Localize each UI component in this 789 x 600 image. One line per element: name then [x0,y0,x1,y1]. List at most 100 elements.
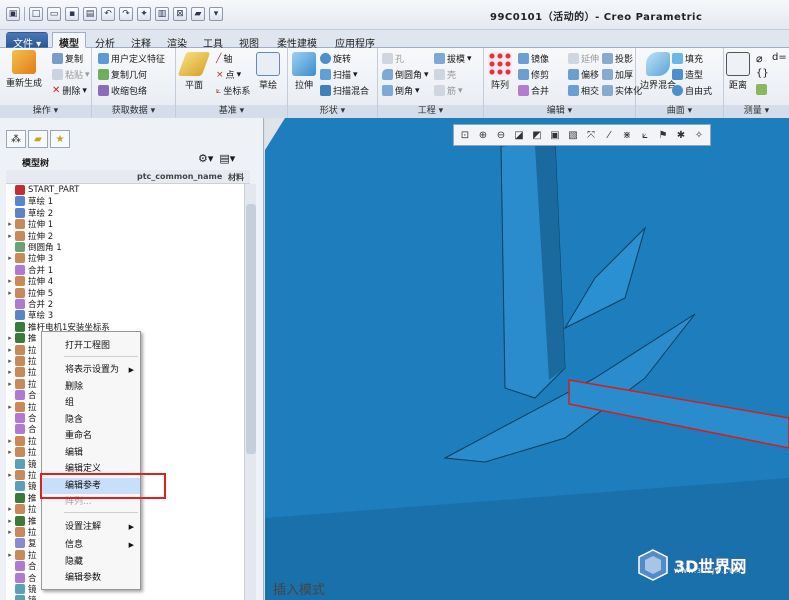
tab-file[interactable]: 文件 ▾ [6,32,49,50]
sketch-button[interactable]: 草绘 [256,52,280,91]
tree-item[interactable]: ▸ 拉 [6,355,37,367]
tree-item[interactable]: ▸ 拉伸 3 [6,252,53,264]
expand-arrow-icon[interactable]: ▸ [6,346,14,354]
app-icon[interactable]: ▣ [6,7,20,21]
tree-scrollbar[interactable] [244,184,256,600]
tree-item[interactable]: ▸ 拉伸 2 [6,230,53,242]
expand-arrow-icon[interactable]: ▸ [6,471,14,479]
tree-item[interactable]: 推 [6,492,37,504]
graphics-viewport[interactable]: ⊡ ⊕ ⊖ ◪ ◩ ▣ ▧ ⤧ ⁄ ⋇ ⟀ ⚑ ✱ ✧ 插入模式 [265,118,789,600]
thicken-button[interactable]: 加厚 [602,68,633,81]
tree-item[interactable]: ▸ 拉 [6,401,37,413]
fill-button[interactable]: 填充 [672,52,703,65]
axis-display-icon[interactable]: ⁄ [601,127,617,143]
tab-render[interactable]: 渲染 [160,32,194,50]
column-common-name[interactable]: ptc_common_name [137,172,222,181]
expand-arrow-icon[interactable]: ▸ [6,403,14,411]
tree-item[interactable]: ▸ 拉 [6,503,37,515]
regenerate-button[interactable]: 重新生成 [6,50,42,89]
distance-button[interactable]: 距离 [726,52,750,91]
context-menu-item[interactable]: 重命名 [42,428,140,444]
expand-arrow-icon[interactable]: ▸ [6,437,14,445]
tree-item[interactable]: ▸ 拉 [6,366,37,378]
close-window-icon[interactable]: ⊠ [173,7,187,21]
tree-item[interactable]: ▸ 拉 [6,435,37,447]
chevron-down-icon[interactable]: ▾ [209,7,223,21]
tree-item[interactable]: 草绘 2 [6,207,53,219]
tab-applications[interactable]: 应用程序 [328,32,382,50]
tree-item[interactable]: ▸ 拉伸 5 [6,287,53,299]
tree-item[interactable]: 草绘 1 [6,195,53,207]
tree-item[interactable]: 镜 [6,594,37,600]
folder-icon[interactable]: ▰ [191,7,205,21]
context-menu-item[interactable]: 编辑参数 [42,570,140,586]
expand-arrow-icon[interactable]: ▸ [6,368,14,376]
tree-item[interactable]: ▸ 拉伸 1 [6,218,53,230]
column-material[interactable]: 材料 [228,172,244,183]
expand-arrow-icon[interactable]: ▸ [6,277,14,285]
expand-arrow-icon[interactable]: ▸ [6,528,14,536]
context-menu-item[interactable]: 隐含 [42,412,140,428]
expand-arrow-icon[interactable]: ▸ [6,380,14,388]
tab-annotate[interactable]: 注释 [124,32,158,50]
context-menu-item[interactable]: 编辑 [42,445,140,461]
new-file-icon[interactable]: □ [29,7,43,21]
expand-arrow-icon[interactable]: ▸ [6,334,14,342]
expand-arrow-icon[interactable]: ▸ [6,289,14,297]
annotation-display-icon[interactable]: ⚑ [655,127,671,143]
expand-arrow-icon[interactable]: ▸ [6,551,14,559]
hole-button[interactable]: 孔 [382,52,404,65]
udf-button[interactable]: 用户定义特征 [98,52,165,65]
style-button[interactable]: 造型 [672,68,703,81]
offset-button[interactable]: 偏移 [568,68,599,81]
tree-item[interactable]: 合 [6,389,37,401]
freestyle-button[interactable]: 自由式 [672,84,712,97]
spin-center-icon[interactable]: ✱ [673,127,689,143]
extend-button[interactable]: 延伸 [568,52,599,65]
favorites-tab[interactable]: ★ [50,130,70,148]
context-menu-item[interactable]: 信息 ▶ [42,537,140,553]
intersect-button[interactable]: 相交 [568,84,599,97]
merge-button[interactable]: 合并 [518,84,549,97]
expand-arrow-icon[interactable]: ▸ [6,254,14,262]
relations-button[interactable]: d= [772,52,787,63]
delete-button[interactable]: ✕ 删除 ▾ [52,84,87,97]
tree-item[interactable]: 合并 1 [6,264,53,276]
chamfer-button[interactable]: 倒角 ▾ [382,84,420,97]
context-menu-item[interactable]: 删除 [42,379,140,395]
context-menu-item[interactable]: 将表示设置为 ▶ [42,362,140,378]
expand-arrow-icon[interactable]: ▸ [6,505,14,513]
tree-item[interactable]: 镜 [6,458,37,470]
tree-item[interactable]: 镜 [6,480,37,492]
csys-display-icon[interactable]: ⟀ [637,127,653,143]
display-style-icon[interactable]: ◩ [529,127,545,143]
tab-view[interactable]: 视图 [232,32,266,50]
axis-button[interactable]: ╱ 轴 [216,52,232,66]
tab-tools[interactable]: 工具 [196,32,230,50]
round-button[interactable]: 倒圆角 ▾ [382,68,429,81]
mirror-button[interactable]: 镜像 [518,52,549,65]
tree-item[interactable]: ▸ 拉 [6,344,37,356]
csys-button[interactable]: ⟀ 坐标系 [216,84,250,98]
context-menu-item[interactable]: 设置注解 ▶ [42,519,140,535]
sweep-button[interactable]: 扫描 ▾ [320,68,358,81]
refit-icon[interactable]: ⊡ [457,127,473,143]
trim-button[interactable]: 修剪 [518,68,549,81]
expand-arrow-icon[interactable]: ▸ [6,448,14,456]
tree-item[interactable]: 合 [6,412,37,424]
datum-display-icon[interactable]: ⤧ [583,127,599,143]
zoom-out-icon[interactable]: ⊖ [493,127,509,143]
expand-arrow-icon[interactable]: ▸ [6,517,14,525]
context-menu-item[interactable]: 隐藏 [42,554,140,570]
expand-arrow-icon[interactable]: ▸ [6,357,14,365]
scrollbar-thumb[interactable] [246,204,256,454]
pattern-button[interactable]: 阵列 [488,52,512,91]
draft-button[interactable]: 拔模 ▾ [434,52,472,65]
print-icon[interactable]: ▤ [83,7,97,21]
tree-item[interactable]: ▸ 拉 [6,469,37,481]
context-menu-item[interactable]: 组 [42,395,140,411]
folder-browser-tab[interactable]: ▰ [28,130,48,148]
project-button[interactable]: 投影 [602,52,633,65]
tree-item[interactable]: ▸ 拉 [6,378,37,390]
more-display-icon[interactable]: ✧ [691,127,707,143]
